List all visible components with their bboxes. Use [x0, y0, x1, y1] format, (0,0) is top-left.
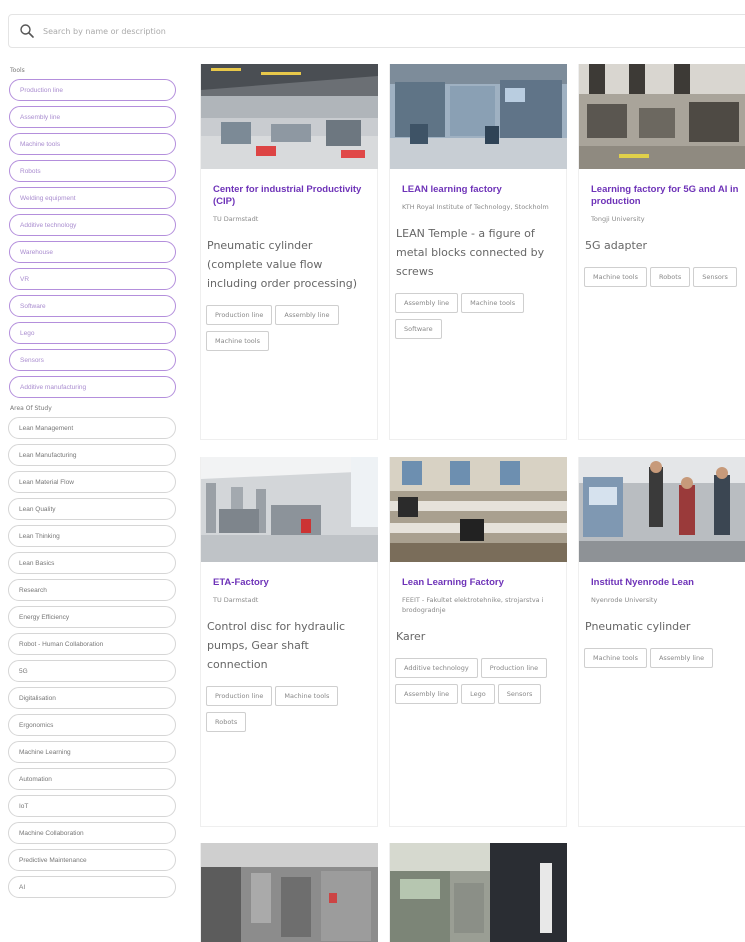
search-bar[interactable]: [8, 14, 745, 48]
card-tag[interactable]: Machine tools: [584, 648, 647, 668]
area-filter-chip[interactable]: Lean Manufacturing: [8, 444, 176, 466]
card-organization: Nyenrode University: [591, 596, 658, 604]
card-tag[interactable]: Production line: [206, 686, 273, 706]
card-tag[interactable]: Assembly line: [395, 293, 459, 313]
tool-filter-chip[interactable]: Additive manufacturing: [9, 376, 176, 398]
factory-photo: [390, 457, 567, 562]
tool-filter-chip[interactable]: Sensors: [9, 349, 176, 371]
area-filter-chip[interactable]: Robot - Human Collaboration: [8, 633, 176, 655]
tool-filter-chip[interactable]: Software: [9, 295, 176, 317]
area-filter-chip[interactable]: Energy Efficiency: [8, 606, 176, 628]
card-title[interactable]: Learning factory for 5G and AI in produc…: [579, 184, 745, 208]
learning-factory-card[interactable]: [389, 843, 567, 942]
tool-filter-chip[interactable]: Warehouse: [9, 241, 176, 263]
card-tag[interactable]: Machine tools: [461, 293, 525, 313]
learning-factory-card[interactable]: LEAN learning factory KTH Royal Institut…: [389, 64, 567, 440]
card-tags: Machine tools Robots Sensors: [579, 267, 745, 293]
card-title[interactable]: Center for industrial Productivity (CIP): [201, 184, 377, 208]
card-title[interactable]: Lean Learning Factory: [390, 577, 566, 589]
learning-factory-card[interactable]: Institut Nyenrode Lean Nyenrode Universi…: [578, 457, 745, 827]
card-organization: TU Darmstadt: [213, 215, 259, 223]
tool-filter-chip[interactable]: Machine tools: [9, 133, 176, 155]
learning-factory-card[interactable]: [200, 843, 378, 942]
learning-factory-card[interactable]: Lean Learning Factory FEEIT - Fakultet e…: [389, 457, 567, 827]
tool-filter-chip[interactable]: Assembly line: [9, 106, 176, 128]
card-tag[interactable]: Assembly line: [275, 305, 339, 325]
card-tag[interactable]: Sensors: [693, 267, 737, 287]
factory-photo: [201, 64, 378, 169]
factory-photo: [579, 457, 745, 562]
card-title[interactable]: LEAN learning factory: [390, 184, 566, 196]
factory-photo: [390, 64, 567, 169]
card-description: Control disc for hydraulic pumps, Gear s…: [207, 620, 346, 671]
learning-factory-card[interactable]: ETA-Factory TU Darmstadt Control disc fo…: [200, 457, 378, 827]
area-filter-chip[interactable]: Lean Quality: [8, 498, 176, 520]
card-description: Karer: [396, 630, 426, 643]
factory-photo: [390, 843, 567, 942]
area-filter-chip[interactable]: Ergonomics: [8, 714, 176, 736]
factory-photo: [201, 843, 378, 942]
area-filter-chip[interactable]: Lean Management: [8, 417, 176, 439]
area-filter-chip[interactable]: Machine Learning: [8, 741, 176, 763]
tool-filter-chip[interactable]: Robots: [9, 160, 176, 182]
card-tags: Production line Machine tools Robots: [201, 686, 377, 738]
card-tag[interactable]: Software: [395, 319, 442, 339]
tools-filter-list: Production line Assembly line Machine to…: [8, 79, 176, 403]
area-filter-chip[interactable]: Machine Collaboration: [8, 822, 176, 844]
tool-filter-chip[interactable]: Additive technology: [9, 214, 176, 236]
learning-factory-card[interactable]: Learning factory for 5G and AI in produc…: [578, 64, 745, 440]
card-tag[interactable]: Production line: [480, 658, 548, 678]
area-filter-chip[interactable]: IoT: [8, 795, 176, 817]
card-tag[interactable]: Machine tools: [275, 686, 339, 706]
area-filter-chip[interactable]: Automation: [8, 768, 176, 790]
learning-factory-card[interactable]: Center for industrial Productivity (CIP)…: [200, 64, 378, 440]
area-filter-chip[interactable]: Lean Basics: [8, 552, 176, 574]
area-filter-chip[interactable]: Lean Material Flow: [8, 471, 176, 493]
area-filter-list: Lean Management Lean Manufacturing Lean …: [8, 417, 176, 903]
card-tag[interactable]: Lego: [461, 684, 495, 704]
card-title[interactable]: Institut Nyenrode Lean: [579, 577, 745, 589]
area-filter-chip[interactable]: 5G: [8, 660, 176, 682]
area-filter-chip[interactable]: AI: [8, 876, 176, 898]
card-tag[interactable]: Production line: [206, 305, 273, 325]
card-description: Pneumatic cylinder: [585, 620, 691, 633]
area-filter-chip[interactable]: Predictive Maintenance: [8, 849, 176, 871]
card-tag[interactable]: Assembly line: [649, 648, 714, 668]
card-tag[interactable]: Machine tools: [584, 267, 647, 287]
card-description: 5G adapter: [585, 239, 648, 252]
card-tags: Machine tools Assembly line: [579, 648, 745, 674]
card-tag[interactable]: Robots: [206, 712, 247, 732]
search-icon: [20, 24, 34, 38]
tool-filter-chip[interactable]: Lego: [9, 322, 176, 344]
card-title[interactable]: ETA-Factory: [201, 577, 377, 589]
card-tag[interactable]: Machine tools: [206, 331, 269, 351]
area-filter-chip[interactable]: Lean Thinking: [8, 525, 176, 547]
tool-filter-chip[interactable]: Welding equipment: [9, 187, 176, 209]
area-filter-chip[interactable]: Digitalisation: [8, 687, 176, 709]
card-organization: Tongji University: [591, 215, 645, 223]
card-tag[interactable]: Robots: [649, 267, 691, 287]
tool-filter-chip[interactable]: Production line: [9, 79, 176, 101]
card-description: LEAN Temple - a figure of metal blocks c…: [396, 227, 545, 278]
card-organization: FEEIT - Fakultet elektrotehnike, strojar…: [402, 596, 544, 614]
tools-heading: Tools: [10, 67, 25, 74]
card-tags: Additive technology Production line Asse…: [390, 658, 566, 710]
card-organization: TU Darmstadt: [213, 596, 259, 604]
card-tag[interactable]: Sensors: [497, 684, 542, 704]
card-organization: KTH Royal Institute of Technology, Stock…: [402, 203, 549, 211]
factory-photo: [579, 64, 745, 169]
search-input[interactable]: [43, 26, 643, 36]
card-tags: Production line Assembly line Machine to…: [201, 305, 377, 357]
area-filter-chip[interactable]: Research: [8, 579, 176, 601]
card-description: Pneumatic cylinder (complete value flow …: [207, 239, 357, 290]
card-tag[interactable]: Additive technology: [395, 658, 478, 678]
card-tag[interactable]: Assembly line: [395, 684, 459, 704]
card-tags: Assembly line Machine tools Software: [390, 293, 566, 345]
filter-sidebar: Tools Production line Assembly line Mach…: [8, 66, 176, 903]
area-of-study-heading: Area Of Study: [10, 405, 52, 412]
tool-filter-chip[interactable]: VR: [9, 268, 176, 290]
factory-photo: [201, 457, 378, 562]
